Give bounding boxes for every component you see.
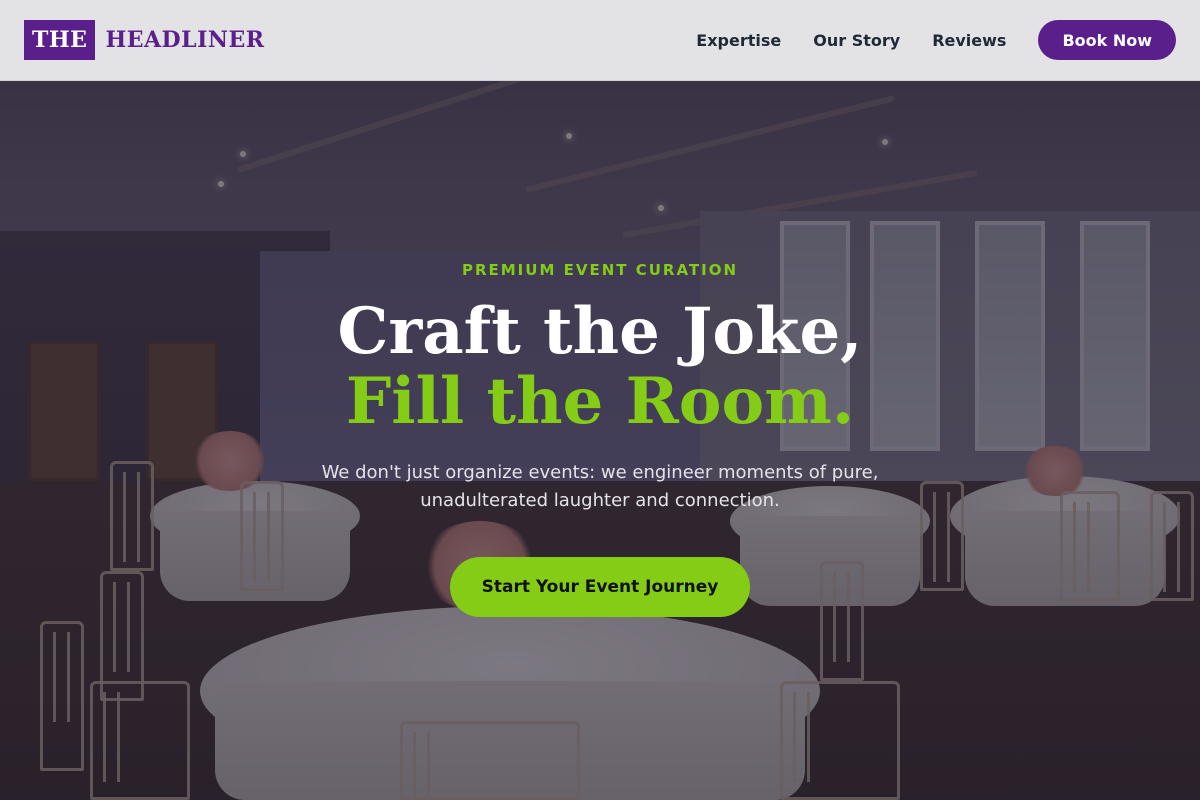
headline-line-2: Fill the Room. xyxy=(345,364,855,439)
headline-line-1: Craft the Joke, xyxy=(337,294,863,369)
hero-content: PREMIUM EVENT CURATION Craft the Joke, F… xyxy=(0,81,1200,800)
logo-name: HEADLINER xyxy=(105,27,265,53)
logo[interactable]: THE HEADLINER xyxy=(24,20,265,60)
start-event-journey-button[interactable]: Start Your Event Journey xyxy=(450,557,750,617)
book-now-button[interactable]: Book Now xyxy=(1038,20,1176,60)
hero-headline: Craft the Joke, Fill the Room. xyxy=(338,297,863,437)
nav-link-reviews[interactable]: Reviews xyxy=(932,31,1006,50)
hero-subtext: We don't just organize events: we engine… xyxy=(321,462,879,511)
hero-eyebrow: PREMIUM EVENT CURATION xyxy=(461,261,739,279)
main-nav: Expertise Our Story Reviews Book Now xyxy=(664,20,1176,60)
nav-link-expertise[interactable]: Expertise xyxy=(696,31,781,50)
logo-mark: THE xyxy=(24,20,96,60)
hero-section: PREMIUM EVENT CURATION Craft the Joke, F… xyxy=(0,81,1200,800)
nav-link-our-story[interactable]: Our Story xyxy=(813,31,900,50)
site-header: THE HEADLINER Expertise Our Story Review… xyxy=(0,0,1200,81)
